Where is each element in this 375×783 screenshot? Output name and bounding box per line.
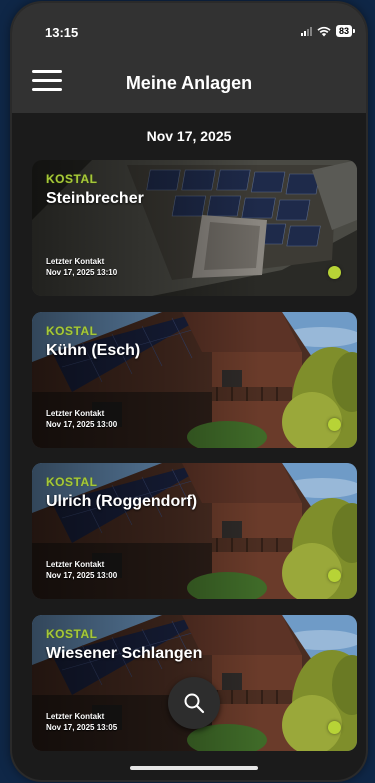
status-indicator-icon	[328, 418, 341, 431]
plant-card-ulrich[interactable]: KOSTAL Ulrich (Roggendorf) Letzter Konta…	[32, 463, 357, 599]
status-indicator-icon	[328, 266, 341, 279]
last-contact-label: Letzter Kontakt	[46, 409, 105, 418]
app-header: Meine Anlagen	[12, 53, 366, 113]
brand-logo-text: KOSTAL	[46, 627, 98, 641]
brand-logo-text: KOSTAL	[46, 475, 98, 489]
last-contact-label: Letzter Kontakt	[46, 712, 105, 721]
brand-logo-text: KOSTAL	[46, 324, 98, 338]
search-button[interactable]	[168, 677, 220, 729]
plant-name: Wiesener Schlangen	[46, 645, 203, 662]
brand-logo-text: KOSTAL	[46, 172, 98, 186]
battery-icon: 83	[335, 25, 356, 37]
plant-name: Steinbrecher	[46, 190, 144, 207]
last-contact-label: Letzter Kontakt	[46, 257, 105, 266]
status-icons: 83	[300, 25, 356, 37]
last-contact-time: Nov 17, 2025 13:00	[46, 571, 118, 580]
status-indicator-icon	[328, 569, 341, 582]
page-title: Meine Anlagen	[125, 73, 253, 93]
plant-card-kuehn[interactable]: KOSTAL Kühn (Esch) Letzter Kontakt Nov 1…	[32, 312, 357, 448]
last-contact-label: Letzter Kontakt	[46, 560, 105, 569]
home-indicator[interactable]	[130, 766, 258, 770]
status-time: 13:15	[45, 25, 79, 40]
plant-name: Kühn (Esch)	[46, 342, 141, 359]
status-indicator-icon	[328, 721, 341, 734]
signal-icon	[300, 26, 312, 36]
date-label: Nov 17, 2025	[146, 128, 232, 144]
last-contact-time: Nov 17, 2025 13:00	[46, 420, 118, 429]
search-icon	[184, 693, 205, 714]
status-bar: 13:15 83	[12, 3, 366, 53]
phone-screen: 13:15 83 Meine Anlagen Nov 17, 2025 KOST…	[12, 3, 366, 780]
plant-card-steinbrecher[interactable]: KOSTAL Steinbrecher Letzter Kontakt Nov …	[32, 160, 357, 296]
plant-name: Ulrich (Roggendorf)	[46, 493, 198, 510]
last-contact-time: Nov 17, 2025 13:05	[46, 723, 118, 732]
wifi-icon	[317, 26, 331, 36]
last-contact-time: Nov 17, 2025 13:10	[46, 268, 118, 277]
